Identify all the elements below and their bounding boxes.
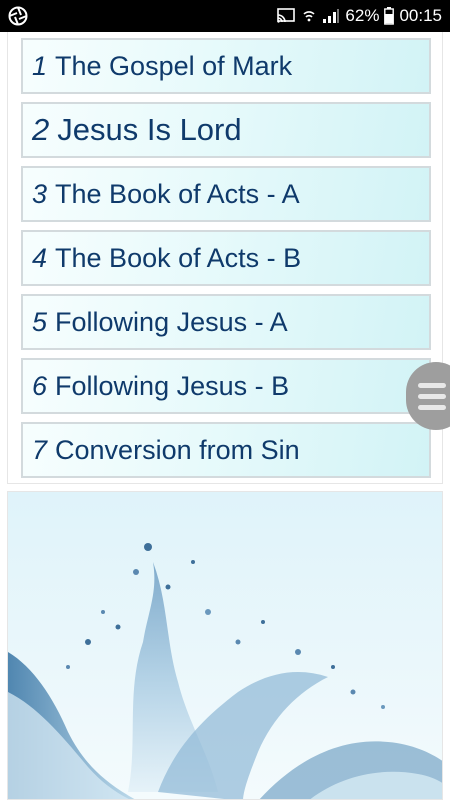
lesson-title: Following Jesus - B (55, 370, 290, 401)
aperture-icon (8, 6, 28, 26)
signal-icon (322, 8, 340, 24)
menu-line-icon (418, 382, 446, 388)
clock: 00:15 (399, 6, 442, 25)
lesson-item-2[interactable]: 2 Jesus Is Lord (21, 102, 431, 158)
lesson-number: 7 (32, 434, 48, 465)
lesson-item-1[interactable]: 1 The Gospel of Mark (21, 38, 431, 94)
lesson-item-5[interactable]: 5 Following Jesus - A (21, 294, 431, 350)
lesson-number: 6 (32, 370, 48, 401)
nfc-icon (301, 8, 317, 24)
menu-line-icon (418, 404, 446, 410)
lesson-title: Jesus Is Lord (57, 112, 242, 147)
lesson-item-3[interactable]: 3 The Book of Acts - A (21, 166, 431, 222)
lesson-title: The Book of Acts - B (55, 242, 302, 273)
battery-percent: 62% (345, 6, 380, 25)
lesson-title: The Gospel of Mark (55, 50, 293, 81)
lesson-list: 1 The Gospel of Mark 2 Jesus Is Lord 3 T… (7, 32, 443, 484)
lesson-title: Following Jesus - A (55, 306, 288, 337)
lesson-title: The Book of Acts - A (55, 178, 300, 209)
lesson-title: Conversion from Sin (55, 434, 300, 465)
menu-line-icon (418, 393, 446, 399)
water-splash-image (7, 491, 443, 800)
battery-icon (384, 7, 395, 25)
lesson-number: 3 (32, 178, 48, 209)
lesson-item-4[interactable]: 4 The Book of Acts - B (21, 230, 431, 286)
lesson-number: 4 (32, 242, 48, 273)
water-splash-graphic (8, 543, 442, 799)
lesson-number: 2 (32, 112, 50, 147)
lesson-item-6[interactable]: 6 Following Jesus - B (21, 358, 431, 414)
cast-icon (276, 8, 296, 24)
lesson-number: 5 (32, 306, 48, 337)
lesson-number: 1 (32, 50, 48, 81)
status-bar: 62% 00:15 (0, 0, 450, 32)
lesson-item-7[interactable]: 7 Conversion from Sin (21, 422, 431, 478)
floating-menu-handle[interactable] (406, 362, 450, 430)
